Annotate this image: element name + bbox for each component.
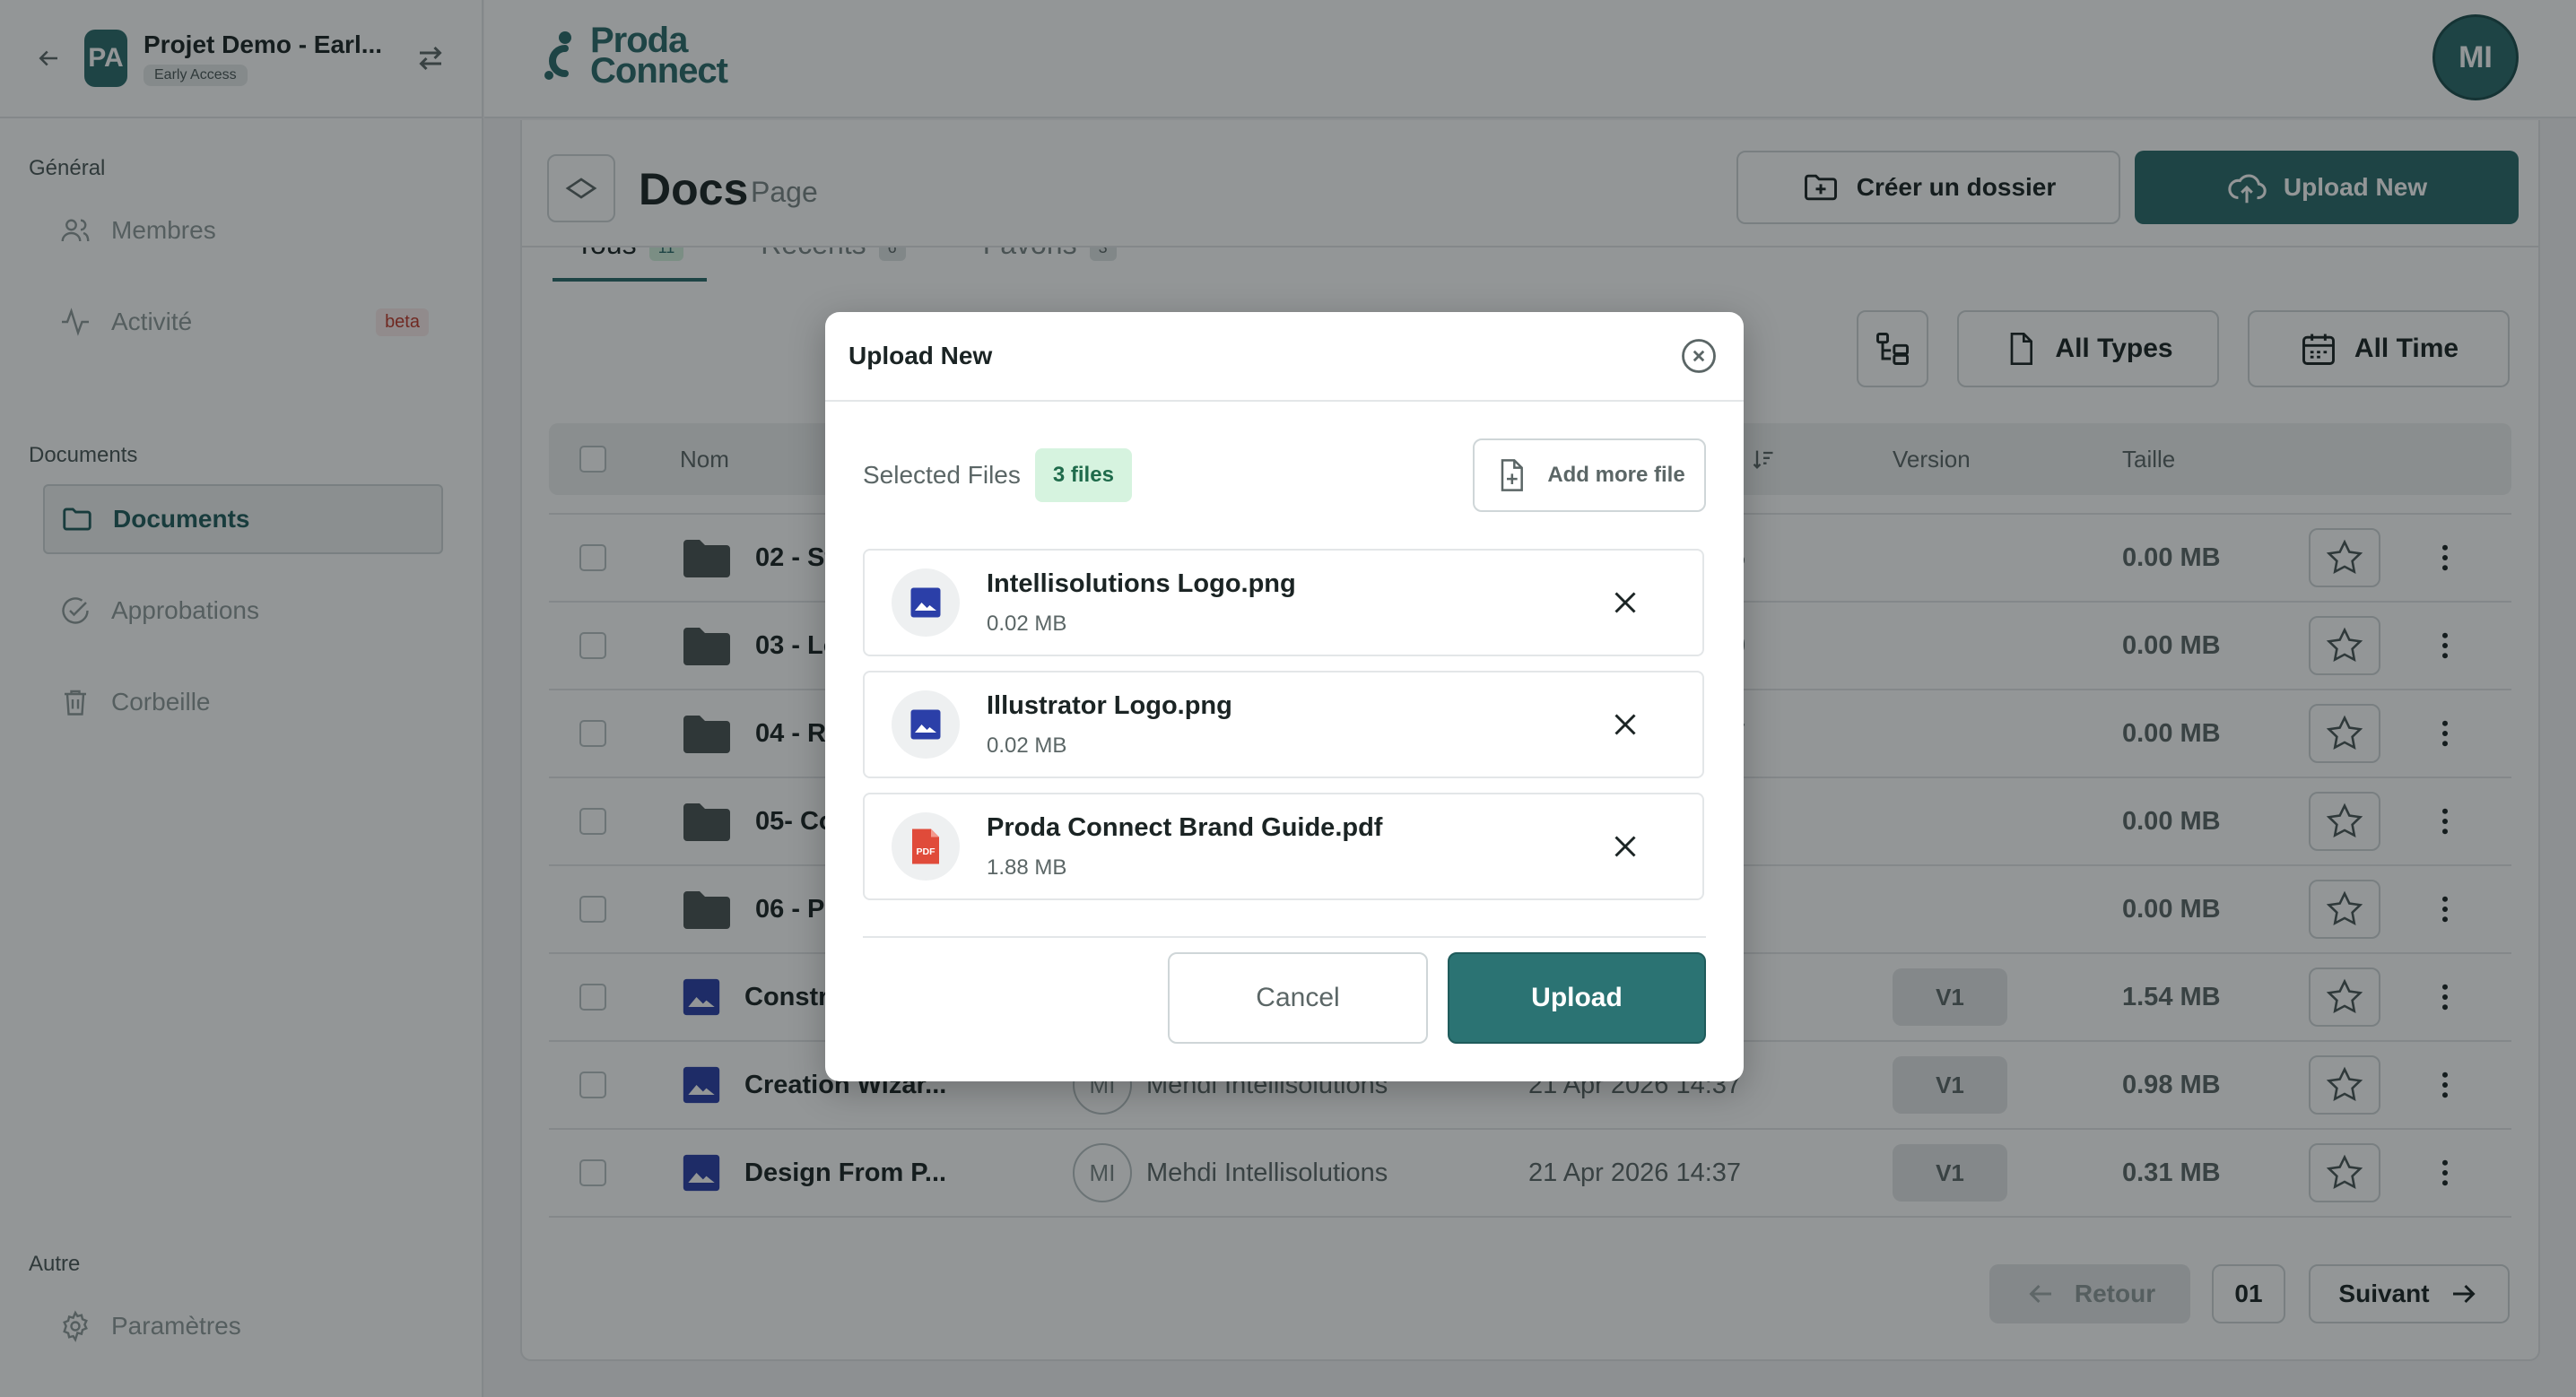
upload-button[interactable]: Upload <box>1448 952 1706 1044</box>
image-icon <box>892 690 960 759</box>
cancel-button[interactable]: Cancel <box>1168 952 1428 1044</box>
pdf-label: PDF <box>917 846 936 857</box>
pdf-icon: PDF <box>892 812 960 881</box>
close-icon <box>1614 714 1636 735</box>
close-icon <box>1614 836 1636 857</box>
file-size: 0.02 MB <box>987 611 1067 636</box>
modal-header: Upload New <box>825 312 1744 402</box>
selected-file-item: Intellisolutions Logo.png 0.02 MB <box>863 549 1704 656</box>
selected-file-item: PDF Proda Connect Brand Guide.pdf 1.88 M… <box>863 793 1704 900</box>
file-plus-icon <box>1493 455 1529 496</box>
modal-title: Upload New <box>849 342 993 369</box>
remove-file-button[interactable] <box>1598 698 1652 751</box>
selected-files-row: Selected Files 3 files Add more file <box>863 438 1706 513</box>
add-more-label: Add more file <box>1547 463 1685 487</box>
close-circle-icon <box>1682 339 1716 373</box>
file-name: Intellisolutions Logo.png <box>987 568 1296 598</box>
file-meta: Intellisolutions Logo.png 0.02 MB <box>987 569 1598 637</box>
selected-files-count: 3 files <box>1034 448 1132 502</box>
file-size: 1.88 MB <box>987 855 1067 880</box>
file-name: Illustrator Logo.png <box>987 690 1232 720</box>
close-modal-button[interactable] <box>1677 334 1720 377</box>
modal-divider <box>863 936 1706 938</box>
file-size: 0.02 MB <box>987 733 1067 758</box>
remove-file-button[interactable] <box>1598 576 1652 629</box>
file-meta: Proda Connect Brand Guide.pdf 1.88 MB <box>987 813 1598 881</box>
selected-file-item: Illustrator Logo.png 0.02 MB <box>863 671 1704 778</box>
image-icon <box>892 568 960 637</box>
file-name: Proda Connect Brand Guide.pdf <box>987 812 1383 842</box>
upload-modal: Upload New Selected Files 3 files Add mo… <box>825 312 1744 1081</box>
add-more-file-button[interactable]: Add more file <box>1473 438 1706 512</box>
remove-file-button[interactable] <box>1598 820 1652 873</box>
selected-files-label: Selected Files <box>863 461 1021 489</box>
file-meta: Illustrator Logo.png 0.02 MB <box>987 691 1598 759</box>
close-icon <box>1614 592 1636 613</box>
